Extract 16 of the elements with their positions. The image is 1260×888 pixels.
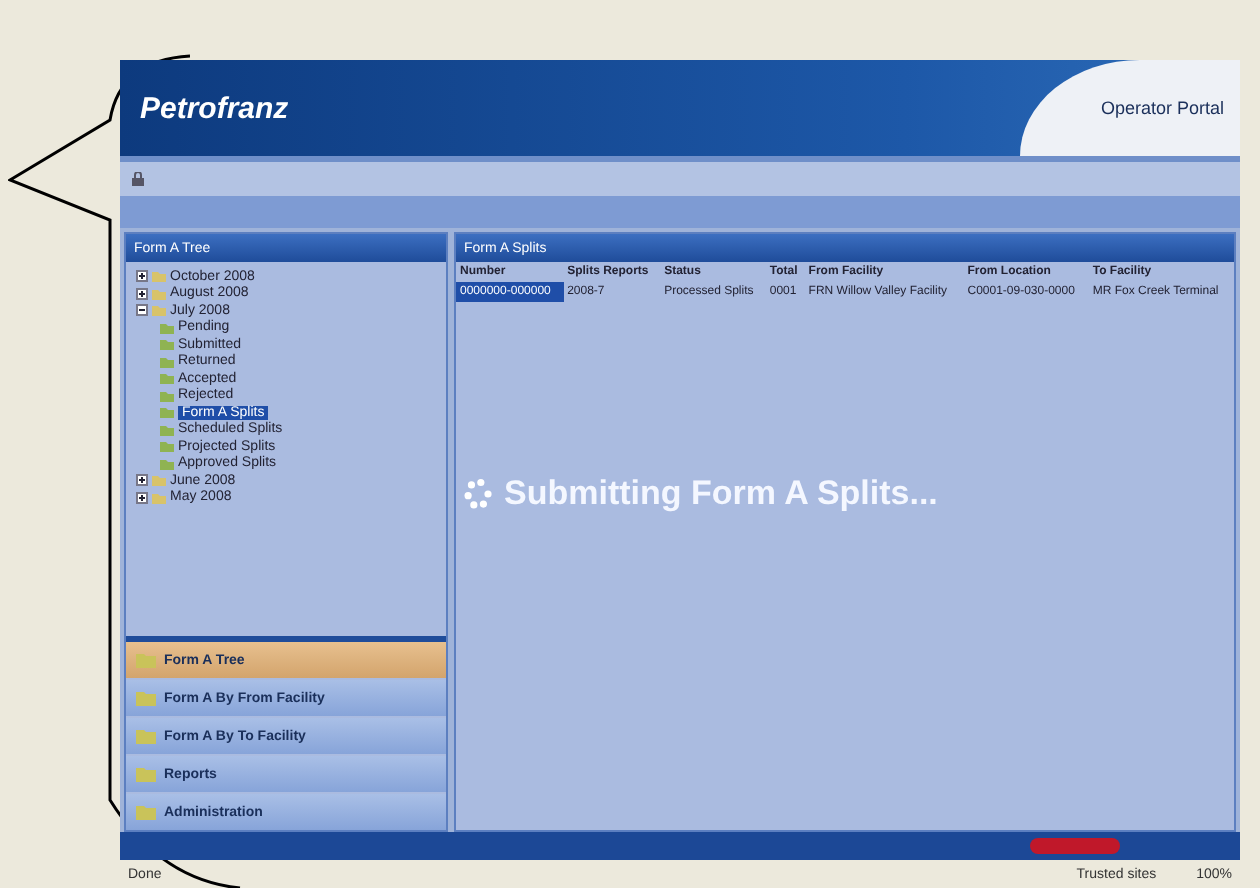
folder-icon xyxy=(136,728,156,744)
loading-message: Submitting Form A Splits... xyxy=(504,474,938,514)
lock-icon xyxy=(132,172,144,186)
expand-icon[interactable] xyxy=(136,474,148,487)
portal-title: Operator Portal xyxy=(1100,98,1224,118)
status-badge xyxy=(1030,838,1120,854)
logo: Petrofranz xyxy=(140,91,289,125)
spinner-icon xyxy=(464,476,492,512)
folder-icon xyxy=(136,690,156,706)
expand-icon[interactable] xyxy=(136,287,148,300)
folder-icon xyxy=(136,766,156,782)
expand-icon[interactable] xyxy=(136,491,148,504)
folder-icon xyxy=(136,804,156,820)
folder-icon xyxy=(136,652,156,668)
expand-icon[interactable] xyxy=(136,270,148,283)
collapse-icon[interactable] xyxy=(136,304,148,317)
